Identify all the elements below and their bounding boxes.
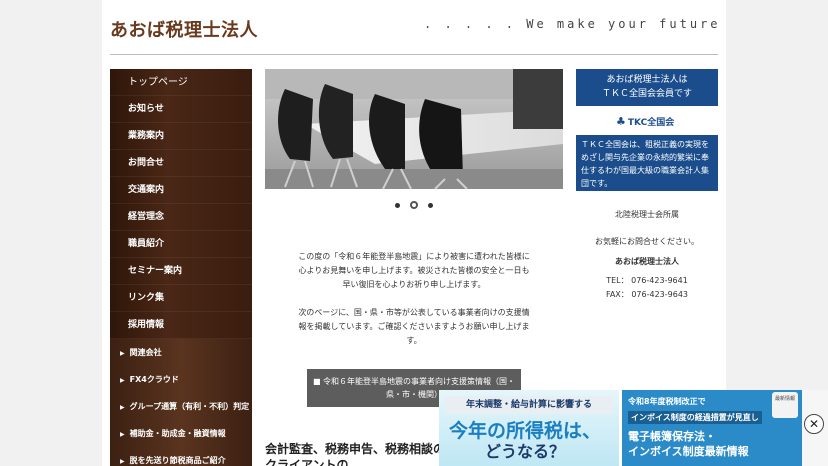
contact-firm-name: あおば税理士法人 [615, 257, 679, 266]
tagline: . . . . . We make your future [424, 17, 721, 31]
sidebar-item-7[interactable]: 職員紹介 [110, 231, 252, 258]
sidebar-item-label: グループ通算（有利・不利）判定 [129, 402, 250, 411]
slider-dot-2[interactable] [410, 201, 418, 209]
sidebar-item-2[interactable]: お知らせ [110, 96, 252, 123]
header-divider [110, 54, 718, 55]
sidebar-item-label: 採用情報 [128, 320, 165, 330]
sidebar-item-label: 経営理念 [128, 212, 165, 222]
slider-dot-1[interactable] [395, 203, 400, 208]
sidebar-item-12[interactable]: ▶ FX4クラウド [110, 366, 252, 393]
slider-dot-3[interactable] [428, 203, 433, 208]
sidebar-item-10[interactable]: 採用情報 [110, 312, 252, 339]
banner-right-line1: 令和8年度税制改正で [628, 397, 706, 406]
latest-info-tag: 最新情報 [772, 392, 798, 418]
banner-right-line2: インボイス制度の経過措置が見直し [628, 411, 762, 424]
sidebar-item-9[interactable]: リンク集 [110, 285, 252, 312]
image-slider[interactable] [265, 69, 563, 189]
tkc-logo[interactable]: ♣ TKC全国会 [616, 115, 674, 128]
sidebar-item-label: 脱を先送り節税商品ご紹介 [129, 456, 226, 465]
sidebar-item-15[interactable]: ▶ 脱を先送り節税商品ご紹介 [110, 447, 252, 466]
sidebar-item-11[interactable]: ▶ 関連会社 [110, 339, 252, 366]
earthquake-notice: この度の「令和６年能登半島地震」により被害に遭われた皆様に心よりお見舞いを申し上… [296, 250, 532, 362]
chevron-right-icon: ▶ [120, 458, 125, 465]
close-banner-button[interactable]: ✕ [804, 414, 824, 434]
sidebar-item-label: リンク集 [128, 293, 165, 303]
tkc-member-box[interactable]: あおば税理士法人は ＴＫＣ全国会会員です [576, 69, 718, 106]
notice-paragraph-1: この度の「令和６年能登半島地震」により被害に遭われた皆様に心よりお見舞いを申し上… [298, 252, 530, 289]
sidebar-item-3[interactable]: 業務案内 [110, 123, 252, 150]
sidebar-item-14[interactable]: ▶ 補助金・助成金・融資情報 [110, 420, 252, 447]
notice-paragraph-2: 次のページに、国・県・市等が公表している事業者向けの支援情報を掲載しています。ご… [298, 308, 530, 345]
sidebar-item-label: 職員紹介 [128, 239, 165, 249]
sidebar-item-1[interactable]: トップページ [110, 69, 252, 96]
contact-phones: TEL： 076-423-9641 FAX： 076-423-9643 [576, 274, 718, 302]
sidebar-item-label: FX4クラウド [129, 375, 179, 384]
chevron-right-icon: ▶ [120, 404, 125, 411]
conference-room-photo [265, 69, 563, 189]
sidebar-item-label: セミナー案内 [128, 266, 183, 276]
sidebar-item-13[interactable]: ▶ グループ通算（有利・不利）判定 [110, 393, 252, 420]
sidebar-item-label: 補助金・助成金・融資情報 [129, 429, 226, 438]
chevron-right-icon: ▶ [120, 350, 125, 357]
office-affiliation: 北陸税理士会所属 [615, 210, 679, 219]
chevron-right-icon: ▶ [120, 431, 125, 438]
banner-left-line1: 年末調整・給与計算に影響する [445, 396, 613, 414]
sidebar-item-label: トップページ [128, 77, 188, 88]
chevron-right-icon: ▶ [120, 377, 125, 384]
phone-tel[interactable]: TEL： 076-423-9641 [576, 274, 718, 288]
sidebar-item-label: 交通案内 [128, 185, 165, 195]
sidebar-nav: トップページ お知らせ業務案内お問合せ交通案内経営理念職員紹介セミナー案内 リンク集… [110, 69, 252, 466]
sidebar-item-5[interactable]: 交通案内 [110, 177, 252, 204]
sidebar-item-label: 関連会社 [129, 348, 162, 357]
slider-dots [390, 200, 440, 212]
tkc-clover-icon: ♣ [616, 115, 626, 128]
sidebar-item-label: お知らせ [128, 104, 164, 114]
banner-right-line4: インボイス制度最新情報 [628, 445, 749, 458]
banner-left-line3: どうなる？ [485, 442, 566, 461]
income-tax-banner[interactable]: 年末調整・給与計算に影響する 今年の所得税は、 どうなる？ [439, 390, 619, 466]
sidebar-item-label: 業務案内 [128, 131, 165, 141]
sidebar-item-4[interactable]: お問合せ [110, 150, 252, 177]
sidebar-item-label: お問合せ [128, 158, 165, 168]
banner-right-line3: 電子帳簿保存法・ [628, 430, 716, 443]
site-title[interactable]: あおば税理士法人 [110, 16, 258, 42]
sidebar-item-6[interactable]: 経営理念 [110, 204, 252, 231]
invoice-system-banner[interactable]: 令和8年度税制改正で インボイス制度の経過措置が見直し 電子帳簿保存法・ インボ… [622, 390, 802, 466]
tkc-member-text: あおば税理士法人は ＴＫＣ全国会会員です [601, 75, 692, 99]
tkc-description: ＴＫＣ全国会は、租税正義の実現をめざし関与先企業の永続的繁栄に奉仕するわが国最大… [576, 135, 718, 191]
phone-fax: FAX： 076-423-9643 [605, 290, 689, 299]
contact-invite: お気軽にお問合せください。 [595, 237, 699, 246]
sidebar-item-8[interactable]: セミナー案内 [110, 258, 252, 285]
tkc-logo-text: TKC全国会 [627, 118, 675, 128]
